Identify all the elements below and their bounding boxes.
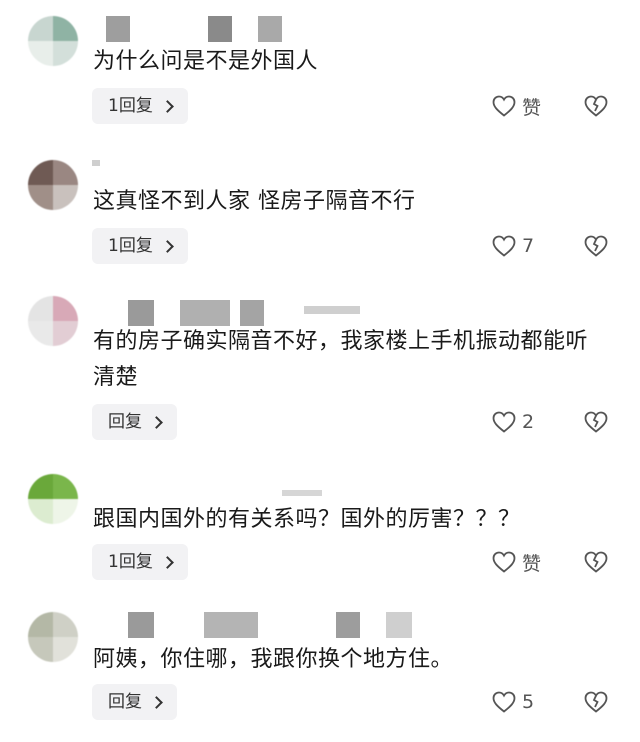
avatar[interactable] (28, 296, 78, 346)
reply-button[interactable]: 1回复 (92, 228, 188, 264)
comment-text: 这真怪不到人家 怪房子隔音不行 (93, 189, 416, 214)
comment-text: 跟国内国外的有关系吗？国外的厉害？？？ (93, 507, 521, 532)
comment-text: 阿姨，你住哪，我跟你换个地方住。 (93, 647, 454, 672)
reply-button[interactable]: 回复 (92, 404, 177, 440)
like-button[interactable]: 赞 (492, 544, 541, 580)
heart-icon (492, 95, 516, 117)
comment-text: 为什么问是不是外国人 (93, 49, 319, 74)
avatar[interactable] (28, 160, 78, 210)
chevron-right-icon (160, 239, 174, 253)
broken-heart-icon (584, 95, 608, 117)
avatar[interactable] (28, 474, 78, 524)
like-button[interactable]: 7 (492, 228, 534, 264)
avatar[interactable] (28, 16, 78, 66)
like-button[interactable]: 赞 (492, 88, 541, 124)
like-button[interactable]: 2 (492, 404, 534, 440)
like-count: 5 (522, 691, 535, 713)
like-count: 赞 (522, 552, 542, 575)
like-count: 7 (522, 235, 535, 257)
reply-button[interactable]: 回复 (92, 684, 177, 720)
like-count: 赞 (522, 96, 542, 119)
dislike-button[interactable] (584, 684, 610, 720)
broken-heart-icon (584, 411, 608, 433)
reply-label: 1回复 (108, 96, 153, 116)
reply-label: 回复 (108, 412, 142, 432)
reply-label: 1回复 (108, 236, 153, 256)
comment-text: 有的房子确实隔音不好，我家楼上手机振动都能听清楚 (93, 329, 589, 390)
broken-heart-icon (584, 551, 608, 573)
dislike-button[interactable] (584, 88, 610, 124)
dislike-button[interactable] (584, 544, 610, 580)
reply-button[interactable]: 1回复 (92, 544, 188, 580)
reply-label: 回复 (108, 692, 142, 712)
heart-icon (492, 551, 516, 573)
heart-icon (492, 235, 516, 257)
reply-button[interactable]: 1回复 (92, 88, 188, 124)
heart-icon (492, 691, 516, 713)
avatar[interactable] (28, 612, 78, 662)
reply-label: 1回复 (108, 552, 153, 572)
like-count: 2 (522, 411, 535, 433)
chevron-right-icon (160, 555, 174, 569)
chevron-right-icon (150, 415, 163, 429)
like-button[interactable]: 5 (492, 684, 534, 720)
broken-heart-icon (584, 691, 608, 713)
dislike-button[interactable] (584, 228, 610, 264)
broken-heart-icon (584, 235, 608, 257)
chevron-right-icon (150, 695, 163, 709)
heart-icon (492, 411, 516, 433)
chevron-right-icon (160, 99, 174, 113)
dislike-button[interactable] (584, 404, 610, 440)
